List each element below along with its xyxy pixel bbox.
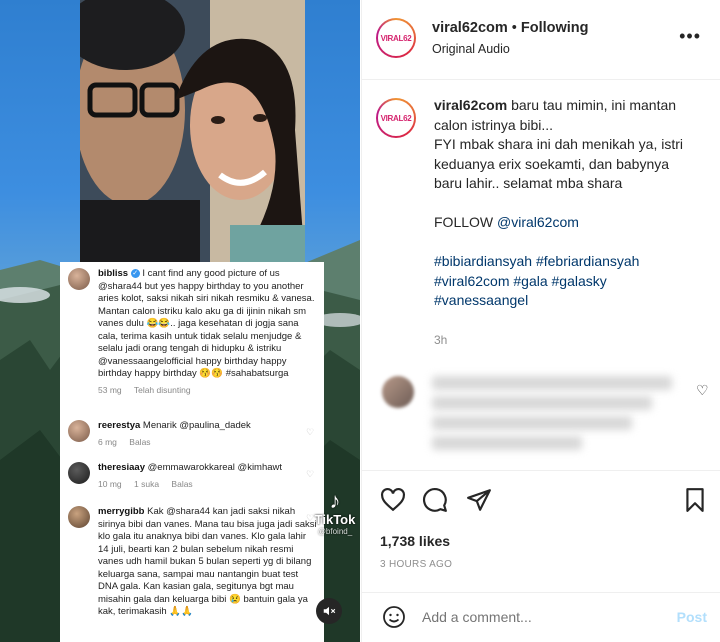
avatar-logo-text: VIRAL62 [378,100,414,136]
likes-count[interactable]: 1,738 likes [380,533,450,549]
header-user-line: viral62com • Following [432,20,589,36]
avatar [382,376,414,408]
avatar[interactable]: VIRAL62 [376,18,416,58]
post-details-panel: VIRAL62 viral62com • Following Original Au… [361,0,720,642]
share-send-icon[interactable] [466,487,492,513]
comment-meta: 6 mg Balas [98,436,318,449]
caption-line: calon istrinya bibi... [434,116,554,133]
post-timestamp: 3 HOURS AGO [380,559,453,570]
comment-text: Kak @shara44 kan jadi saksi nikah siriny… [98,506,317,617]
post-header: VIRAL62 viral62com • Following Original Au… [362,0,720,80]
list-item: merrygibb Kak @shara44 kan jadi saksi ni… [68,506,318,619]
caption-line: FYI mbak shara ini dah menikah ya, istri [434,136,683,152]
caption-line: baru tau mimin, ini mantan [511,97,677,113]
more-options-icon[interactable]: ••• [679,26,701,47]
hashtag-links[interactable]: #viral62com #gala #galasky [434,272,704,292]
mention-link[interactable]: @viral62com [497,214,579,230]
comment-reply: Balas [129,436,151,447]
comment-meta: 53 mg Telah disunting [98,384,318,397]
avatar-logo-text: VIRAL62 [378,20,414,56]
comment-meta: 10 mg 1 suka Balas [98,478,318,491]
avatar [68,462,90,484]
blurred-text [432,396,652,410]
heart-icon[interactable]: ♡ [696,382,709,399]
add-comment-bar: Post [362,592,720,642]
hashtag-links[interactable]: #bibiardiansyah #febriardiansyah [434,252,704,272]
comment-edited: Telah disunting [133,384,191,395]
comment-text: Menarik @paulina_dadek [142,420,251,431]
avatar [68,420,90,442]
comment-username: theresiaay [98,462,146,473]
tiktok-label: TikTok [314,512,356,527]
comment-likes: 1 suka [134,478,160,489]
hashtag-links[interactable]: #vanessaangel [434,291,704,311]
avatar [68,506,90,528]
blurred-text [432,376,672,390]
comment-username: reerestya [98,420,141,431]
caption-line: keduanya erix soekamti, dan babynya [434,155,670,172]
tiktok-logo-icon: ♪ [329,488,341,513]
heart-icon: ♡ [306,427,315,437]
speaker-muted-icon [323,606,336,616]
list-item: reerestya Menarik @paulina_dadek 6 mg Ba… [68,420,318,448]
verified-badge-icon: ✓ [130,268,140,278]
username-link[interactable]: viral62com [432,20,508,36]
comment-age: 6 mg [98,436,117,447]
audio-link[interactable]: Original Audio [432,42,510,56]
couple-photo [80,0,305,262]
action-bar: 1,738 likes 3 HOURS AGO [362,470,720,610]
comment-text: I cant find any good picture of us @shar… [98,268,315,379]
caption-line: baru lahir.. selamat mba shara [434,175,623,191]
comment-reply: Balas [171,478,193,489]
comment-bubble-icon[interactable] [422,487,448,513]
following-button[interactable]: Following [521,20,589,36]
follow-prefix: FOLLOW [434,214,498,230]
blurred-text [432,436,582,450]
tiktok-handle: @bfoind_ [317,527,353,536]
comment-input[interactable] [422,609,652,625]
comment-username: bibliss [98,268,129,279]
comment-age: 53 mg [98,384,122,395]
caption-time: 3h [434,333,448,347]
blurred-text [432,416,632,430]
mute-button[interactable] [316,598,342,624]
avatar [68,268,90,290]
save-bookmark-icon[interactable] [682,487,708,513]
video-panel[interactable]: bibliss ✓ I cant find any good picture o… [0,0,360,642]
separator-dot: • [511,20,517,36]
post-button[interactable]: Post [677,609,707,625]
list-item: bibliss ✓ I cant find any good picture o… [68,268,318,396]
emoji-smile-icon[interactable] [382,605,406,629]
heart-icon: ♡ [306,469,315,479]
instagram-comments-screenshot: bibliss ✓ I cant find any good picture o… [60,262,324,642]
list-item: theresiaay @emmawarokkareal @kimhawt 10 … [68,462,318,490]
like-heart-icon[interactable] [380,487,406,513]
caption-username[interactable]: viral62com [434,97,507,113]
comment-username: merrygibb [98,506,145,517]
tiktok-watermark: ♪ TikTok @bfoind_ [310,488,360,537]
comment-text: @emmawarokkareal @kimhawt [147,462,283,473]
comment-age: 10 mg [98,478,122,489]
avatar[interactable]: VIRAL62 [376,98,416,138]
caption-text: viral62com baru tau mimin, ini mantan ca… [434,96,704,311]
